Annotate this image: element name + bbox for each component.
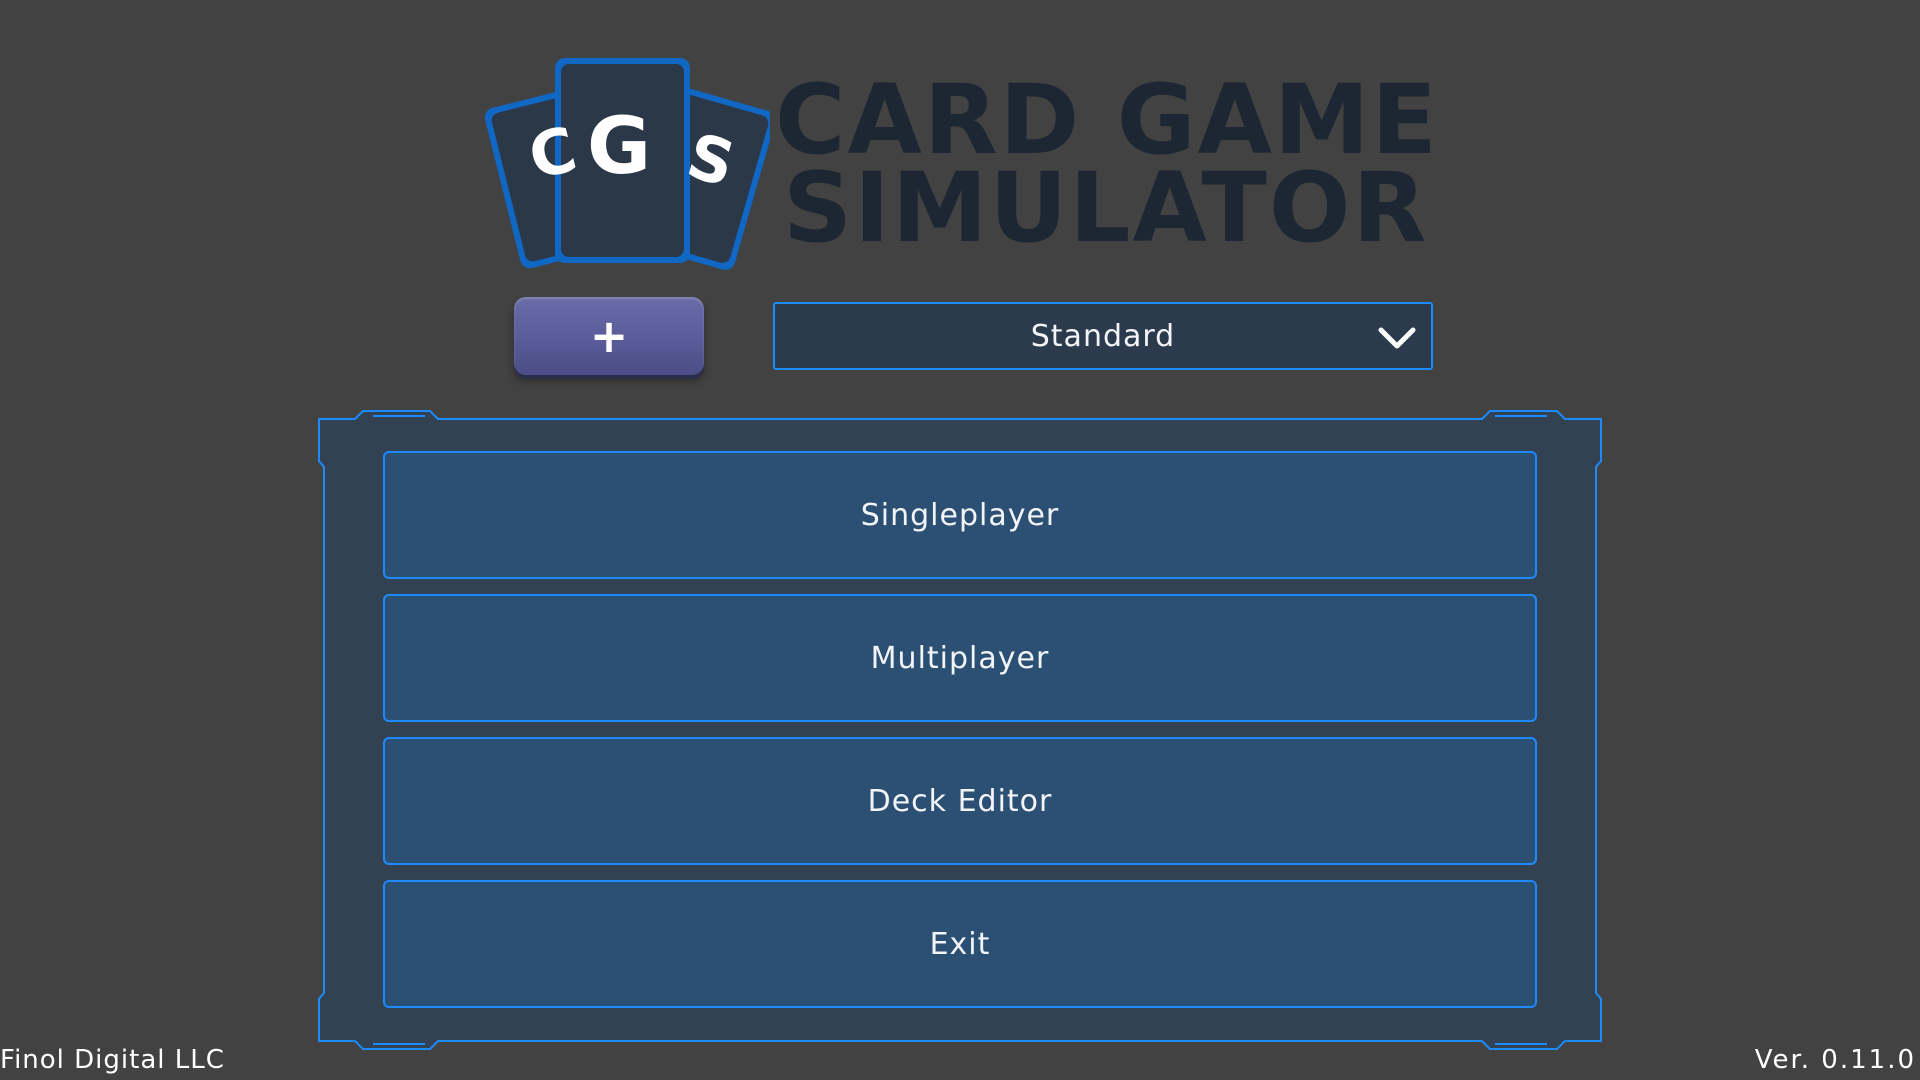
singleplayer-label: Singleplayer [860, 497, 1060, 533]
add-game-button[interactable]: + [514, 297, 704, 375]
plus-icon: + [589, 309, 629, 363]
chevron-down-icon [1378, 327, 1416, 349]
exit-button[interactable]: Exit [383, 880, 1537, 1008]
deck-editor-label: Deck Editor [867, 783, 1053, 819]
exit-label: Exit [929, 926, 991, 962]
main-menu-screen: C G S CARD GAME SIMULATOR + Standard Sin… [0, 0, 1920, 1080]
cgs-logo-icon: C G S [485, 58, 770, 270]
game-selector-dropdown[interactable]: Standard [773, 302, 1433, 370]
game-selector-value: Standard [1030, 318, 1176, 354]
singleplayer-button[interactable]: Singleplayer [383, 451, 1537, 579]
multiplayer-button[interactable]: Multiplayer [383, 594, 1537, 722]
version-label: Ver. 0.11.0 [1754, 1045, 1916, 1075]
company-credit[interactable]: Finol Digital LLC [0, 1045, 225, 1075]
logo-letter-g: G [587, 102, 651, 192]
title-line-simulator: SIMULATOR [783, 152, 1429, 264]
multiplayer-label: Multiplayer [870, 640, 1050, 676]
game-title: CARD GAME SIMULATOR [775, 72, 1440, 256]
deck-editor-button[interactable]: Deck Editor [383, 737, 1537, 865]
